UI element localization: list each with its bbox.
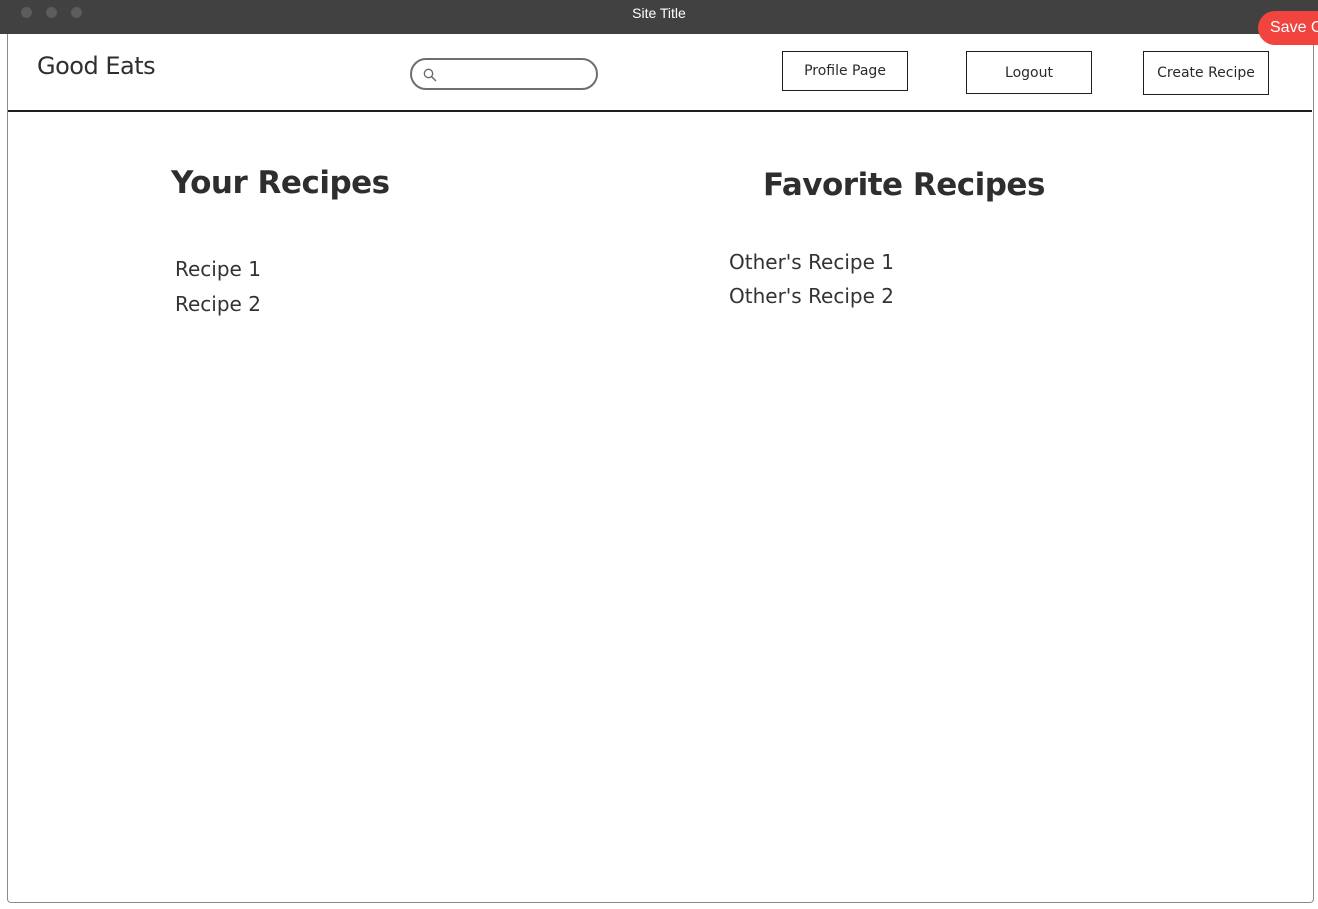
browser-window [7, 0, 1314, 903]
window-title: Site Title [632, 5, 686, 21]
header-divider [8, 110, 1312, 112]
your-recipe-item[interactable]: Recipe 2 [175, 292, 261, 316]
favorite-recipes-heading: Favorite Recipes [763, 167, 1045, 203]
search-icon [423, 68, 437, 82]
search-bar[interactable] [410, 58, 598, 90]
favorite-recipe-item[interactable]: Other's Recipe 1 [729, 250, 894, 274]
save-button[interactable]: Save C [1258, 11, 1318, 45]
profile-page-button[interactable]: Profile Page [782, 51, 908, 91]
search-input[interactable] [442, 63, 594, 87]
your-recipe-item[interactable]: Recipe 1 [175, 257, 261, 281]
window-titlebar: Site Title [0, 0, 1318, 34]
logout-button[interactable]: Logout [966, 51, 1092, 94]
site-logo[interactable]: Good Eats [37, 52, 156, 80]
create-recipe-button[interactable]: Create Recipe [1143, 51, 1269, 95]
favorite-recipe-item[interactable]: Other's Recipe 2 [729, 284, 894, 308]
your-recipes-heading: Your Recipes [171, 165, 390, 201]
